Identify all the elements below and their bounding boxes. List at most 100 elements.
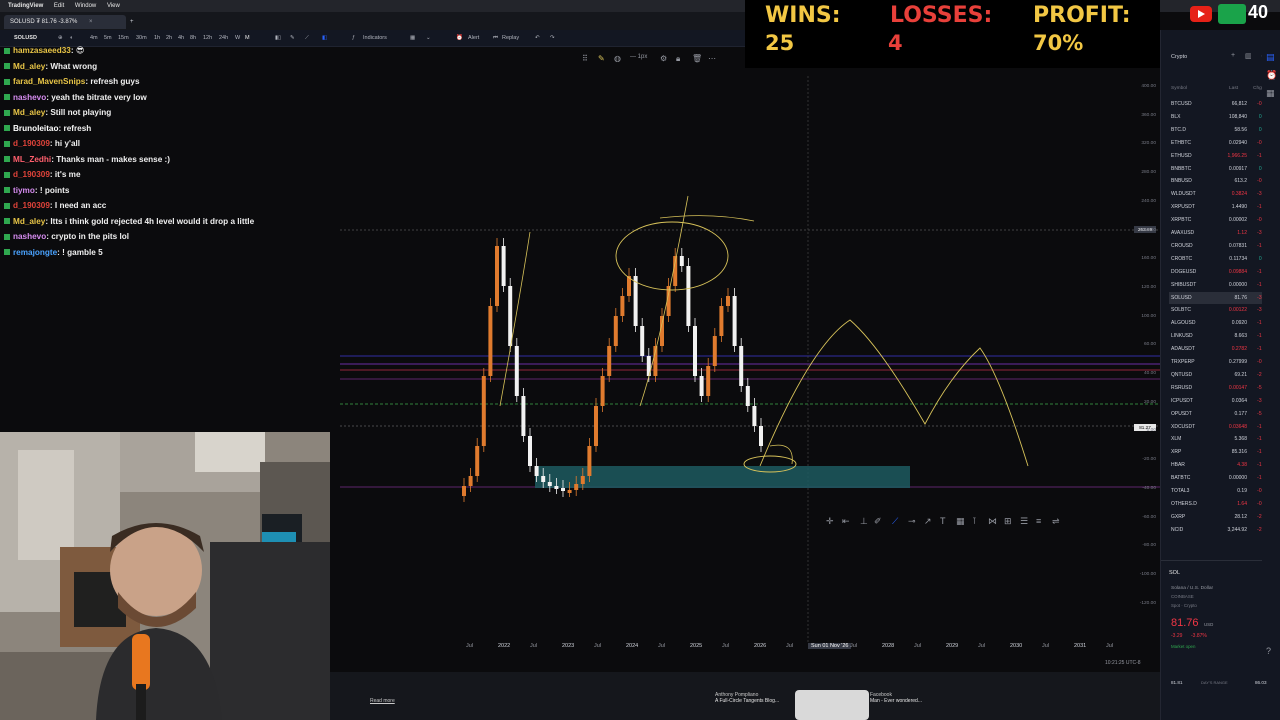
chat-username[interactable]: d_190309 — [13, 139, 50, 148]
chat-username[interactable]: nashevo — [13, 232, 46, 241]
indicators-button[interactable]: Indicators — [363, 30, 387, 46]
watchlist-row[interactable]: BLX108,8400.41% — [1169, 111, 1273, 123]
watchlist-row[interactable]: SOLBTC0.00122-3.88% — [1169, 304, 1273, 316]
arrow-left-icon[interactable]: ⇤ — [842, 516, 850, 527]
watchlist-row[interactable]: ETHUSD1,966.25-1.26% — [1169, 150, 1273, 162]
watchlist-row[interactable]: BTC.D58.560.01% — [1169, 124, 1273, 136]
indicators-icon[interactable]: ƒ — [352, 30, 355, 46]
watchlist-row[interactable]: ICPUSDT0.0364-3.70% — [1169, 395, 1273, 407]
replay-button[interactable]: Replay — [502, 30, 519, 46]
watchlist-row[interactable]: BATBTC0.00000-1.81% — [1169, 472, 1273, 484]
help-icon[interactable]: ? — [1266, 646, 1271, 656]
measure-icon[interactable]: ⇌ — [1052, 516, 1060, 527]
watchlist-row[interactable]: BNBUSD613.2-0.73% — [1169, 175, 1273, 187]
redo-icon[interactable]: ↷ — [550, 30, 555, 46]
chat-username[interactable]: ML_Zedhi — [13, 155, 51, 164]
story-card-1[interactable]: Anthony Pompliano A Full-Circle Tangents… — [715, 692, 793, 712]
ruler-icon[interactable]: ⊺ — [972, 516, 977, 527]
alert-icon[interactable]: ⏰ — [456, 30, 463, 46]
watchlist-icon[interactable]: ▤ — [1266, 52, 1275, 63]
layout-icon[interactable]: ▥ — [1245, 52, 1252, 60]
fill-icon[interactable]: ◍ — [614, 54, 621, 63]
watchlist-row[interactable]: TRXPERP0.27999-0.73% — [1169, 356, 1273, 368]
watchlist-row[interactable]: SHIBUSDT0.00000-1.07% — [1169, 279, 1273, 291]
chat-username[interactable]: tiymo — [13, 186, 35, 195]
position-icon[interactable]: ⊞ — [1004, 516, 1012, 527]
layout-icon[interactable]: ▦ — [410, 30, 415, 46]
lock-icon[interactable]: 🔒︎ — [676, 54, 680, 64]
new-tab-icon[interactable]: + — [124, 15, 140, 29]
settings-icon[interactable]: ⚙ — [660, 54, 667, 63]
hand-drawings[interactable] — [499, 195, 1029, 473]
watchlist-row[interactable]: OTHERS.D1.64-0.84% — [1169, 498, 1273, 510]
watchlist-row[interactable]: XLM5.368-1.42% — [1169, 433, 1273, 445]
chat-username[interactable]: nashevo — [13, 93, 46, 102]
browser-tab[interactable]: SOLUSD ₮ 81.76 -3.87% × — [4, 15, 126, 29]
delete-icon[interactable]: 🗑︎ — [692, 54, 702, 63]
watchlist-row[interactable]: OPUSDT0.177-5.03% — [1169, 408, 1273, 420]
watchlist-row[interactable]: HBAR4.38-1.92% — [1169, 459, 1273, 471]
app-menu-name[interactable]: TradingView — [8, 3, 43, 9]
crosshair-icon[interactable]: ✛ — [826, 516, 834, 527]
replay-icon[interactable]: ⏮ — [493, 30, 498, 46]
watchlist-row[interactable]: ALGOUSD0.0920-1.18% — [1169, 317, 1273, 329]
watchlist-row[interactable]: RSRUSD0.00147-5.28% — [1169, 382, 1273, 394]
chat-username[interactable]: Md_aley — [13, 62, 45, 71]
chat-username[interactable]: Md_aley — [13, 108, 45, 117]
watchlist-row[interactable]: LINKUSD8.663-1.62% — [1169, 330, 1273, 342]
data-window-icon[interactable]: ▦ — [1266, 88, 1275, 99]
chat-username[interactable]: Md_aley — [13, 217, 45, 226]
chart-canvas[interactable] — [340, 46, 1160, 658]
price-axis[interactable]: 400.00 360.00 320.00 280.00 263.69 240.00 200.… — [1130, 46, 1160, 658]
chat-username[interactable]: d_190309 — [13, 201, 50, 210]
watchlist-row[interactable]: BNBBTC0.009170.25% — [1169, 163, 1273, 175]
watchlist-row[interactable]: DOGEUSD0.09884-1.81% — [1169, 266, 1273, 278]
watchlist-row[interactable]: CROUSD0.07831-1.26% — [1169, 240, 1273, 252]
watchlist-row[interactable]: AVAXUSD1.12-3.08% — [1169, 227, 1273, 239]
more-icon[interactable]: ⋯ — [708, 54, 716, 63]
col-last[interactable]: Last — [1229, 86, 1238, 91]
pen-color-icon[interactable]: ✎ — [598, 54, 605, 63]
template-icon[interactable]: ⠿ — [582, 54, 588, 63]
watchlist-row[interactable]: NCID3,244.92-2.16% — [1169, 524, 1273, 536]
watchlist-title[interactable]: Crypto — [1171, 54, 1187, 60]
chat-username[interactable]: farad_MavenSnips — [13, 77, 85, 86]
watchlist-row[interactable]: ETHBTC0.02940-0.37% — [1169, 137, 1273, 149]
menu-edit[interactable]: Edit — [54, 3, 64, 9]
watchlist-row[interactable]: BTCUSD66,812-0.97% — [1169, 98, 1273, 110]
col-symbol[interactable]: Symbol — [1171, 86, 1187, 91]
story-card-2[interactable]: Facebook Man - Ever wondered... — [870, 692, 948, 712]
line-width-icon[interactable]: — 1px — [630, 54, 647, 60]
chat-username[interactable]: Brunoleitao — [13, 124, 59, 133]
watchlist-row[interactable]: XDCUSDT0.03648-1.70% — [1169, 421, 1273, 433]
read-more-link[interactable]: Read more — [370, 698, 395, 704]
watchlist-row[interactable]: CROBTC0.117340.01% — [1169, 253, 1273, 265]
watchlist-row[interactable]: WLDUSDT0.3824-3.16% — [1169, 188, 1273, 200]
vertical-line-icon[interactable]: ⊥ — [860, 516, 868, 527]
watchlist-row[interactable]: SOLUSD81.76-3.87% — [1169, 291, 1273, 304]
price-chart[interactable] — [340, 46, 1160, 658]
undo-icon[interactable]: ↶ — [535, 30, 540, 46]
ray-icon[interactable]: ⊸ — [908, 516, 916, 527]
grid-icon[interactable]: ▦ — [956, 516, 965, 527]
chat-username[interactable]: hamzasaeed33 — [13, 46, 71, 55]
menu-window[interactable]: Window — [75, 3, 96, 9]
watchlist-row[interactable]: XRPUSDT1.4490-1.61% — [1169, 201, 1273, 213]
watchlist-row[interactable]: ADAUSDT0.2782-1.03% — [1169, 343, 1273, 355]
chevron-down-icon[interactable]: ⌄ — [426, 30, 431, 46]
watchlist-row[interactable]: TOTAL30.19-0.95% — [1169, 485, 1273, 497]
menu-icon[interactable]: ≡ — [1036, 516, 1041, 526]
detail-symbol[interactable]: SOL — [1169, 570, 1180, 576]
trendline-icon[interactable]: ⟋ — [892, 516, 898, 527]
watchlist-row[interactable]: QNTUSD69.21-2.01% — [1169, 369, 1273, 381]
brush-icon[interactable]: ✐ — [874, 516, 882, 527]
alert-button[interactable]: Alert — [468, 30, 479, 46]
list-icon[interactable]: ☰ — [1020, 516, 1028, 527]
arrow-icon[interactable]: ↗ — [924, 516, 932, 527]
chat-username[interactable]: d_190309 — [13, 170, 50, 179]
watchlist-row[interactable]: XRP85.316-1.61% — [1169, 446, 1273, 458]
story-thumbnail[interactable] — [795, 690, 869, 720]
alerts-icon[interactable]: ⏰ — [1266, 70, 1277, 81]
watchlist-row[interactable]: GXRP28.12-2.46% — [1169, 511, 1273, 523]
text-icon[interactable]: T — [940, 516, 946, 526]
